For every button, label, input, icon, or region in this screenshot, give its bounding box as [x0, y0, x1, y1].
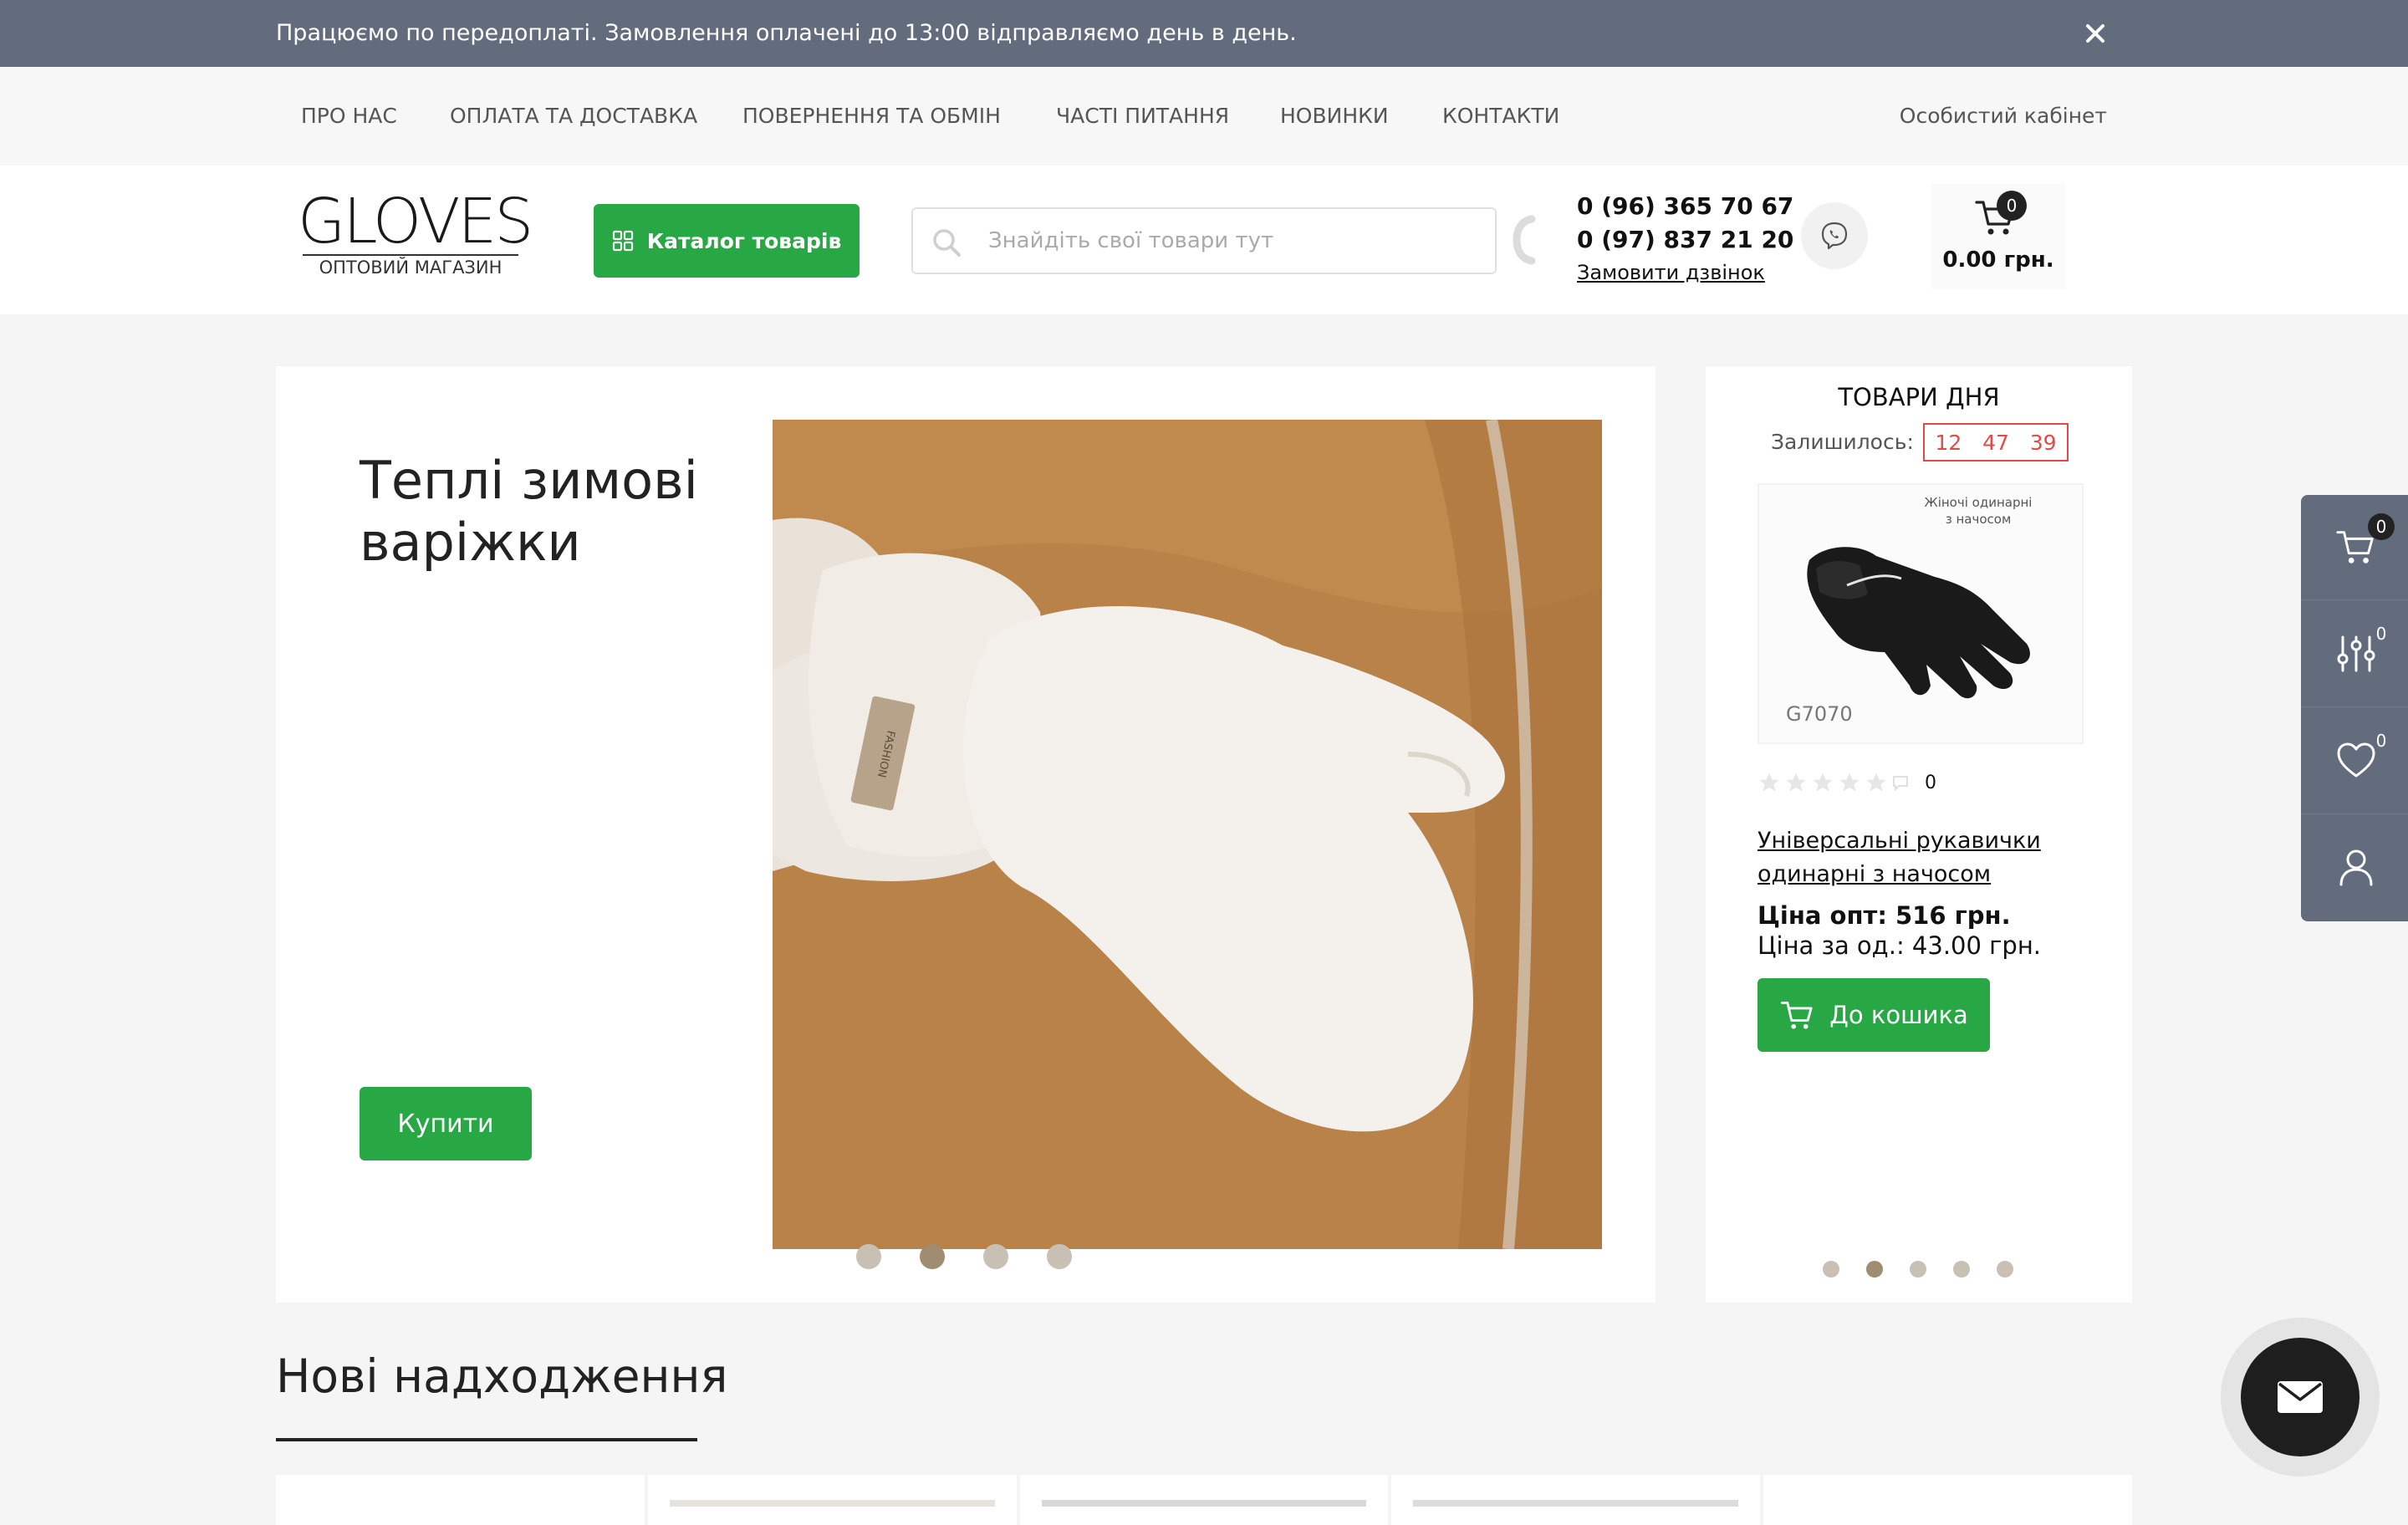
account-link[interactable]: Особистий кабінет	[1900, 67, 2107, 166]
product-card[interactable]	[276, 1475, 645, 1525]
slide-dot-active[interactable]	[920, 1244, 945, 1269]
product-card-image	[1413, 1500, 1739, 1507]
side-wishlist-button[interactable]: 0	[2301, 709, 2408, 814]
hero-slider: Теплі зимові варіжки Купити FASHION	[276, 366, 1656, 1303]
add-to-cart-button[interactable]: До кошика	[1758, 978, 1990, 1052]
side-account-button[interactable]	[2301, 816, 2408, 921]
deal-image-caption-2: з начосом	[1946, 512, 2012, 527]
star-icon	[1866, 773, 1886, 792]
top-nav: ПРО НАС ОПЛАТА ТА ДОСТАВКА ПОВЕРНЕННЯ ТА…	[0, 67, 2408, 166]
deal-dot[interactable]	[1953, 1261, 1970, 1278]
slide-dot[interactable]	[1047, 1244, 1072, 1269]
product-card[interactable]	[1019, 1475, 1389, 1525]
deal-product-name[interactable]: Універсальні рукавички одинарні з начосо…	[1758, 824, 2109, 891]
logo-subtitle: ОПТОВИЙ МАГАЗИН	[319, 258, 503, 278]
user-icon	[2339, 849, 2373, 886]
close-icon[interactable]	[2079, 17, 2112, 50]
rating-stars: 0	[1758, 771, 1936, 794]
side-cart-count: 0	[2368, 513, 2395, 540]
envelope-icon	[2278, 1381, 2323, 1413]
star-icon	[1839, 773, 1860, 792]
side-compare-count: 0	[2375, 624, 2387, 644]
slide-dot[interactable]	[856, 1244, 881, 1269]
hero-pagination	[856, 1244, 1072, 1269]
deal-image-code: G7070	[1786, 702, 1853, 726]
floating-side-panel: 0 0 0	[2301, 495, 2408, 921]
buy-button[interactable]: Купити	[360, 1087, 532, 1160]
deals-pagination	[1823, 1261, 2013, 1278]
header-cart[interactable]: 0 0.00 грн.	[1931, 184, 2065, 289]
star-icon	[1786, 773, 1806, 792]
cart-icon	[1781, 1002, 1813, 1029]
section-underline	[276, 1438, 697, 1441]
callback-link[interactable]: Замовити дзвінок	[1577, 261, 1765, 284]
nav-item-payment-delivery[interactable]: ОПЛАТА ТА ДОСТАВКА	[450, 67, 697, 166]
product-card-image	[1041, 1500, 1367, 1507]
catalog-button[interactable]: Каталог товарів	[594, 204, 860, 278]
deal-price-unit: Ціна за од.: 43.00 грн.	[1758, 931, 2041, 960]
slide-dot[interactable]	[983, 1244, 1008, 1269]
product-card[interactable]	[1763, 1475, 2132, 1525]
search-input[interactable]	[987, 209, 1480, 273]
deal-dot[interactable]	[1910, 1261, 1926, 1278]
deal-dot[interactable]	[1823, 1261, 1839, 1278]
search-icon[interactable]	[930, 226, 963, 259]
product-card[interactable]	[1391, 1475, 1761, 1525]
product-card[interactable]	[647, 1475, 1017, 1525]
side-wishlist-count: 0	[2375, 731, 2387, 751]
deals-of-the-day: ТОВАРИ ДНЯ Залишилось: 12 47 39 Жіночі о…	[1706, 366, 2132, 1303]
product-card-image	[669, 1500, 995, 1507]
add-to-cart-label: До кошика	[1829, 1001, 1968, 1029]
deal-price-opt: Ціна опт: 516 грн.	[1758, 901, 2011, 930]
comment-icon	[1893, 776, 1908, 792]
rating-count: 0	[1925, 772, 1936, 793]
mitten-photo: FASHION	[773, 420, 1602, 1249]
logo-main-text: GLOVES	[298, 186, 533, 258]
side-cart-button[interactable]: 0	[2301, 495, 2408, 600]
cart-total: 0.00 грн.	[1942, 247, 2054, 273]
phone-number-2[interactable]: 0 (97) 837 21 20	[1577, 226, 1793, 253]
viber-button[interactable]	[1801, 202, 1868, 269]
glove-photo: Жіночі одинарні з начосом G7070	[1759, 485, 2082, 742]
hero-image[interactable]: FASHION	[773, 420, 1602, 1249]
cart-count-badge: 0	[1997, 191, 2027, 221]
notice-text: Працюємо по передоплаті. Замовлення опла…	[276, 20, 1297, 46]
deal-dot-active[interactable]	[1866, 1261, 1883, 1278]
catalog-button-label: Каталог товарів	[646, 228, 842, 253]
time-remaining-label: Залишилось:	[1771, 430, 1914, 454]
phone-number-1[interactable]: 0 (96) 365 70 67	[1577, 192, 1793, 220]
star-icon	[1759, 773, 1779, 792]
nav-item-new[interactable]: НОВИНКИ	[1280, 67, 1389, 166]
nav-item-faq[interactable]: ЧАСТІ ПИТАННЯ	[1056, 67, 1229, 166]
deals-title: ТОВАРИ ДНЯ	[1838, 383, 2000, 411]
deal-dot[interactable]	[1997, 1261, 2013, 1278]
timer-hours: 12	[1935, 430, 1962, 455]
deal-product-image[interactable]: Жіночі одинарні з начосом G7070	[1758, 483, 2084, 744]
side-compare-button[interactable]: 0	[2301, 602, 2408, 707]
star-icon	[1813, 773, 1833, 792]
nav-item-about[interactable]: ПРО НАС	[301, 67, 397, 166]
notice-bar: Працюємо по передоплаті. Замовлення опла…	[0, 0, 2408, 67]
product-cards-row	[276, 1475, 2132, 1525]
hero-title: Теплі зимові варіжки	[360, 450, 698, 573]
grid-icon	[612, 230, 633, 252]
logo[interactable]: GLOVES ОПТОВИЙ МАГАЗИН	[298, 186, 533, 279]
viber-icon	[1821, 222, 1848, 250]
header: GLOVES ОПТОВИЙ МАГАЗИН Каталог товарів 0…	[0, 166, 2408, 314]
timer-minutes: 47	[1982, 430, 2009, 455]
countdown-timer: 12 47 39	[1923, 423, 2069, 462]
deal-image-caption-1: Жіночі одинарні	[1925, 495, 2033, 510]
mail-button[interactable]	[2241, 1338, 2360, 1456]
section-title: Нові надходження	[276, 1349, 728, 1403]
nav-item-returns[interactable]: ПОВЕРНЕННЯ ТА ОБМІН	[742, 67, 1001, 166]
search-box	[911, 207, 1497, 274]
timer-seconds: 39	[2029, 430, 2057, 455]
phone-icon	[1513, 215, 1536, 265]
nav-item-contacts[interactable]: КОНТАКТИ	[1442, 67, 1559, 166]
